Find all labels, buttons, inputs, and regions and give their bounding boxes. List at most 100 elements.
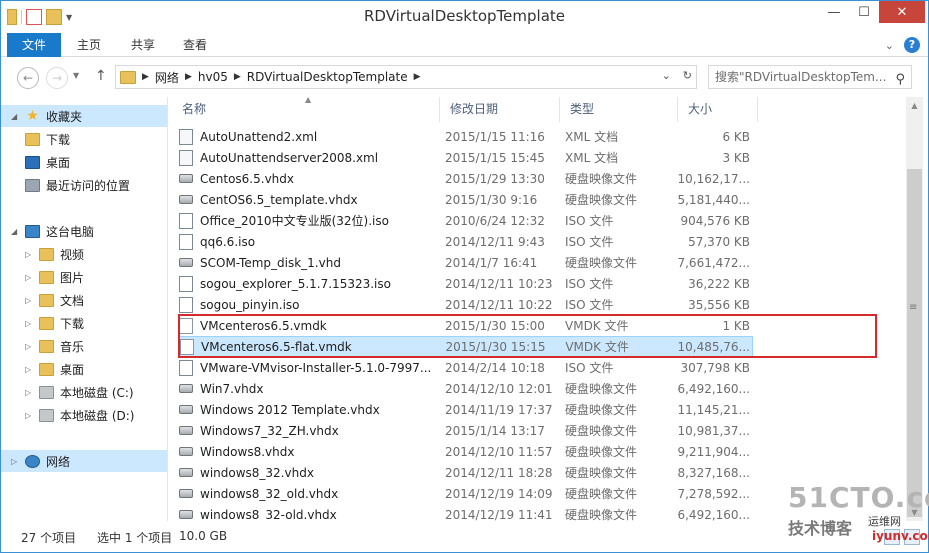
up-button[interactable]: ↑: [95, 68, 107, 84]
expand-icon[interactable]: ▷: [25, 319, 35, 328]
column-header-name[interactable]: 名称: [172, 97, 440, 122]
table-row[interactable]: qq6.6.iso 2014/12/11 9:43 ISO 文件 57,370 KB: [179, 231, 753, 252]
table-row[interactable]: sogou_explorer_5.1.7.15323.iso 2014/12/11…: [179, 273, 753, 294]
column-header-size[interactable]: 大小: [678, 97, 758, 122]
tab-home[interactable]: 主页: [67, 33, 111, 57]
search-icon[interactable]: ⚲: [895, 69, 905, 91]
chevron-right-icon[interactable]: ▶: [185, 72, 192, 82]
expand-icon[interactable]: ▷: [25, 388, 35, 397]
chevron-right-icon[interactable]: ▶: [142, 72, 149, 82]
breadcrumb-hv05[interactable]: hv05: [198, 70, 228, 84]
nav-item-desktop[interactable]: 桌面: [1, 151, 167, 173]
table-row[interactable]: Centos6.5.vhdx 2015/1/29 13:30 硬盘映像文件 10,16…: [179, 168, 753, 189]
nav-item-music[interactable]: ▷ 音乐: [1, 335, 167, 357]
ribbon-expand-icon[interactable]: ⌄: [885, 39, 894, 52]
table-row[interactable]: AutoUnattendserver2008.xml 2015/1/15 15:4…: [179, 147, 753, 168]
expand-icon[interactable]: ▷: [25, 296, 35, 305]
table-row[interactable]: VMware-VMvisor-Installer-5.1.0-7997... 20…: [179, 357, 753, 378]
address-dropdown-icon[interactable]: ⌄: [662, 69, 671, 82]
collapse-icon[interactable]: ◢: [11, 227, 21, 236]
table-row[interactable]: Office_2010中文专业版(32位).iso 2010/6/24 12:32…: [179, 210, 753, 231]
table-row[interactable]: windows8_32-old.vhdx 2014/12/19 11:41 硬盘映像…: [179, 504, 753, 521]
close-button[interactable]: ✕: [879, 1, 925, 23]
table-row[interactable]: SCOM-Temp_disk_1.vhd 2014/1/7 16:41 硬盘映像文件…: [179, 252, 753, 273]
expand-icon[interactable]: ▷: [25, 365, 35, 374]
file-date: 2014/12/11 10:23: [445, 276, 553, 291]
view-buttons: [884, 529, 920, 545]
chevron-right-icon[interactable]: ▶: [234, 72, 241, 82]
nav-item-pc-downloads[interactable]: ▷ 下载: [1, 312, 167, 334]
expand-icon[interactable]: ▷: [25, 342, 35, 351]
table-row[interactable]: sogou_pinyin.iso 2014/12/11 10:22 ISO 文件 35…: [179, 294, 753, 315]
recent-locations-icon[interactable]: ▼: [73, 71, 79, 80]
file-name: SCOM-Temp_disk_1.vhd: [200, 255, 341, 270]
nav-item-recent[interactable]: 最近访问的位置: [1, 174, 167, 196]
navigation-bar: ← → ▼ ↑ ▶ 网络 ▶ hv05 ▶ RDVirtualDesktopTe…: [1, 58, 928, 96]
nav-item-documents[interactable]: ▷ 文档: [1, 289, 167, 311]
disk-image-icon: [179, 426, 193, 435]
address-bar[interactable]: ▶ 网络 ▶ hv05 ▶ RDVirtualDesktopTemplate ▶…: [115, 65, 697, 89]
iso-file-icon: [179, 233, 193, 250]
search-input[interactable]: 搜索"RDVirtualDesktopTem... ⚲: [708, 65, 912, 89]
help-icon[interactable]: ?: [904, 37, 920, 53]
file-type: 硬盘映像文件: [565, 487, 638, 501]
scroll-down-icon[interactable]: ▼: [906, 504, 923, 521]
disk-image-icon: [179, 489, 193, 498]
nav-item-pictures[interactable]: ▷ 图片: [1, 266, 167, 288]
expand-icon[interactable]: ▷: [11, 457, 21, 466]
details-view-icon[interactable]: [884, 529, 900, 545]
breadcrumb-folder[interactable]: RDVirtualDesktopTemplate: [247, 70, 408, 84]
iso-file-icon: [179, 359, 193, 376]
collapse-icon[interactable]: ◢: [11, 112, 21, 121]
refresh-icon[interactable]: ↻: [683, 69, 692, 82]
file-name: CentOS6.5_template.vhdx: [200, 192, 358, 207]
large-icons-view-icon[interactable]: [904, 529, 920, 545]
scroll-up-icon[interactable]: ▲: [906, 97, 923, 114]
nav-item-pc-desktop[interactable]: ▷ 桌面: [1, 358, 167, 380]
column-header-type[interactable]: 类型: [560, 97, 678, 122]
table-row[interactable]: Windows7_32_ZH.vhdx 2015/1/14 13:17 硬盘映像文件…: [179, 420, 753, 441]
file-size: 10,981,37...: [677, 423, 750, 438]
chevron-right-icon[interactable]: ▶: [414, 72, 421, 82]
address-tools: ⌄ ↻: [662, 69, 692, 82]
table-row[interactable]: Win7.vhdx 2014/12/10 12:01 硬盘映像文件 6,492,160…: [179, 378, 753, 399]
nav-label: 视频: [60, 247, 85, 262]
minimize-button[interactable]: —: [819, 1, 849, 23]
music-folder-icon: [39, 339, 54, 353]
expand-icon[interactable]: ▷: [25, 250, 35, 259]
nav-label: 本地磁盘 (D:): [60, 408, 135, 423]
file-size: 6,492,160...: [677, 507, 750, 522]
table-row[interactable]: Windows8.vhdx 2014/12/10 11:57 硬盘映像文件 9,211…: [179, 441, 753, 462]
tab-share[interactable]: 共享: [121, 33, 165, 57]
nav-item-drive-d[interactable]: ▷ 本地磁盘 (D:): [1, 404, 167, 426]
column-header-date[interactable]: 修改日期: [440, 97, 560, 122]
forward-button[interactable]: →: [46, 67, 68, 89]
ribbon-tabs: 文件 主页 共享 查看 ⌄ ?: [1, 33, 928, 57]
file-name-cell: AutoUnattendserver2008.xml: [179, 149, 441, 166]
expand-icon[interactable]: ▷: [25, 273, 35, 282]
vertical-scrollbar[interactable]: ▲ ≡ ▼: [906, 97, 923, 521]
nav-item-videos[interactable]: ▷ 视频: [1, 243, 167, 265]
back-button[interactable]: ←: [17, 67, 39, 89]
table-row[interactable]: CentOS6.5_template.vhdx 2015/1/30 9:16 硬盘映…: [179, 189, 753, 210]
table-row[interactable]: Windows 2012 Template.vhdx 2014/11/19 17:…: [179, 399, 753, 420]
maximize-button[interactable]: ☐: [849, 1, 879, 23]
table-row[interactable]: windows8_32_old.vhdx 2014/12/19 14:09 硬盘映像…: [179, 483, 753, 504]
nav-item-drive-c[interactable]: ▷ 本地磁盘 (C:): [1, 381, 167, 403]
table-row[interactable]: AutoUnattend2.xml 2015/1/15 11:16 XML 文档 6 …: [179, 126, 753, 147]
disk-image-icon: [179, 195, 193, 204]
expand-icon[interactable]: ▷: [25, 411, 35, 420]
pictures-folder-icon: [39, 270, 54, 284]
table-row[interactable]: windows8_32.vhdx 2014/12/11 18:28 硬盘映像文件 8,…: [179, 462, 753, 483]
iso-file-icon: [179, 296, 193, 313]
nav-this-pc[interactable]: ◢ 这台电脑: [1, 220, 167, 242]
nav-network[interactable]: ▷ 网络: [1, 450, 167, 472]
scroll-thumb[interactable]: [907, 169, 922, 517]
breadcrumb-network[interactable]: 网络: [155, 69, 179, 86]
file-name-cell: SCOM-Temp_disk_1.vhd: [179, 256, 441, 270]
nav-favorites[interactable]: ◢ ★ 收藏夹: [1, 105, 167, 127]
tab-view[interactable]: 查看: [173, 33, 217, 57]
nav-item-downloads[interactable]: 下载: [1, 128, 167, 150]
title-bar: ▼ RDVirtualDesktopTemplate — ☐ ✕: [1, 1, 928, 33]
tab-file[interactable]: 文件: [7, 33, 61, 57]
